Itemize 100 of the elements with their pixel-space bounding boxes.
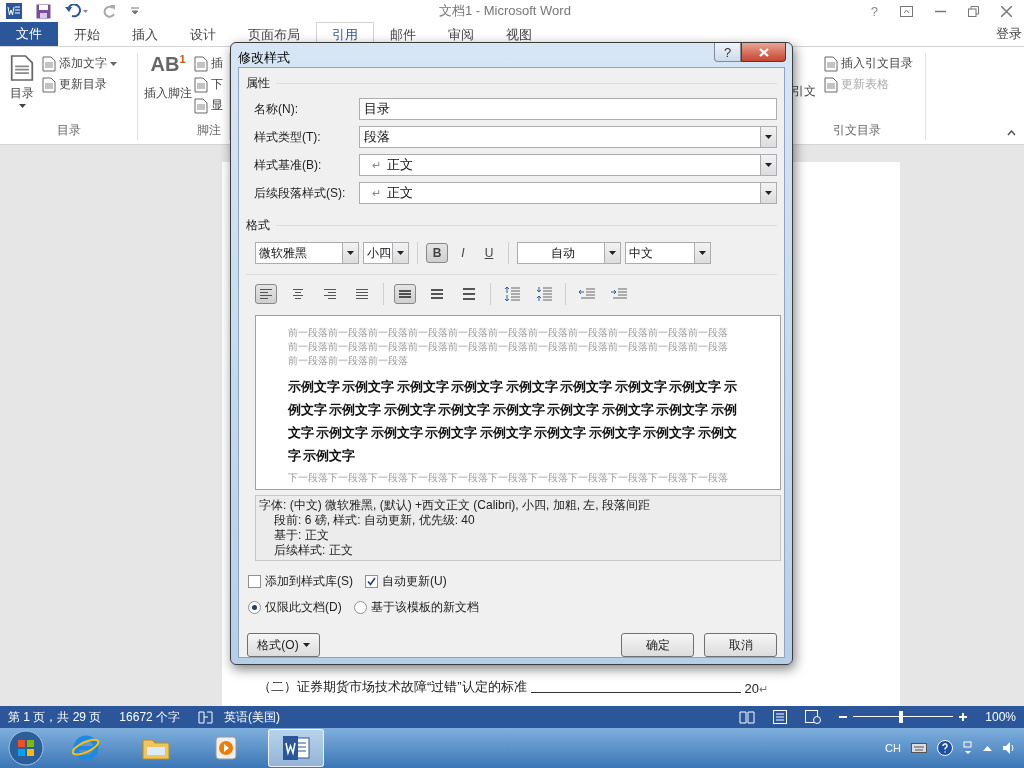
print-layout-icon[interactable] [773,710,788,724]
paragraph-format-button[interactable] [394,284,416,304]
undo-icon[interactable] [65,4,89,18]
toc-entry: （二）证券期货市场技术故障“过错”认定的标准 20↵ [258,678,768,696]
line-spacing-icon [462,288,476,300]
toc-button[interactable]: 目录 [8,53,36,122]
media-player-icon [212,734,240,762]
help-icon[interactable] [937,740,953,756]
taskbar-button[interactable] [268,729,324,767]
language-dropdown[interactable]: 中文 [625,242,711,264]
update-toc-button[interactable]: 更新目录 [42,76,117,93]
line-spacing-icon [398,288,412,300]
options-icon[interactable] [963,741,973,755]
paragraph-format-button[interactable] [255,284,277,304]
document-icon [824,76,838,93]
minimize-icon[interactable] [935,9,946,13]
field-label: 样式基准(B): [254,156,323,174]
dialog-title: 修改样式 [238,49,291,67]
group-label: 目录 [55,122,82,139]
save-icon[interactable] [36,3,51,19]
help-button[interactable]: ? [870,3,878,19]
cancel-button[interactable]: 取消 [704,633,777,657]
paragraph-spacing-icon [503,286,521,302]
ribbon-command[interactable]: 显 [194,97,223,114]
radio-label[interactable]: 基于该模板的新文档 [370,599,479,616]
document-icon [42,76,56,93]
caret-icon [609,251,616,255]
sign-in-link[interactable]: 登录 [996,25,1022,43]
format-menu-button[interactable]: 格式(O) [247,633,320,657]
document-icon [42,55,56,72]
bold-button[interactable]: B [426,243,448,263]
citation-button[interactable]: 引文 [790,53,818,122]
section-heading: 属性 [246,74,270,92]
app-icon[interactable] [6,3,22,19]
volume-icon[interactable] [1002,741,1016,755]
caret-icon [18,104,26,108]
section-heading: 格式 [246,216,270,234]
slider-thumb[interactable] [899,711,904,723]
align-center-icon [290,288,306,300]
ribbon-command[interactable]: 下 [194,76,223,93]
zoom-level[interactable]: 100% [985,710,1016,724]
caret-icon [765,163,772,167]
window-title: 文档1 - Microsoft Word [437,2,572,20]
show-hidden-icon[interactable] [983,745,992,751]
caret-icon [347,251,354,255]
word-count[interactable]: 16672 个字 [119,708,181,726]
language-indicator[interactable]: 英语(美国) [224,708,281,726]
document-icon [10,53,34,83]
close-icon [758,47,769,57]
browser-icon [72,734,100,762]
read-mode-icon[interactable] [739,710,756,724]
checkbox[interactable] [365,575,378,588]
field-label: 样式类型(T): [254,128,322,146]
zoom-in-icon[interactable] [959,713,968,721]
collapse-ribbon-icon[interactable] [1007,130,1016,136]
indent-icon [610,287,628,301]
caret-icon [699,251,706,255]
sample-text: 示例文字 示例文字 示例文字 示例文字 示例文字 示例文字 示例文字 示例文字 示例文字 示例文字 示例文字 示例文字 示例文字 示例文字 示例文字 示例文字 示例文字 示例文字 示例文字 示例文字 示例文字 示例文字 示例文字 示例文字 示例文字 示例文字 [288,378,738,465]
style-dropdown[interactable]: ↵ 正文 [358,154,777,176]
radio-label[interactable]: 仅限此文档(D) [265,599,342,616]
start-button[interactable] [8,730,44,766]
font-size-dropdown[interactable]: 小四 [363,242,409,264]
insert-footnote-button[interactable]: AB$^{1}$ 插入脚注 [142,53,194,122]
caret-icon [110,61,117,66]
document-icon [824,55,838,72]
group-label: 引文目录 [831,122,882,139]
description-line: 基于: 正文 [273,528,330,543]
underline-button[interactable]: U [478,243,500,263]
proofing-icon[interactable] [198,710,215,724]
name-field[interactable]: 目录 [358,98,777,120]
checkbox-label[interactable]: 自动更新(U) [382,573,447,590]
ok-button[interactable]: 确定 [621,633,694,657]
add-text-dropdown[interactable]: 添加文字 [42,55,117,72]
description-line: 字体: (中文) 微软雅黑, (默认) +西文正文 (Calibri), 小四, 加粗, 左, 段落间距 [259,498,651,513]
field-label: 后续段落样式(S): [254,184,347,202]
file-tab[interactable]: 文件 [0,22,58,46]
caret-icon [397,251,404,255]
line-spacing-icon [430,288,444,300]
close-icon[interactable] [1001,5,1012,17]
checkbox[interactable] [248,575,261,588]
close-button[interactable] [741,43,786,62]
description-line: 后续样式: 正文 [273,543,354,558]
font-dropdown[interactable]: 微软雅黑 [255,242,359,264]
ribbon-display-icon[interactable] [900,5,913,17]
ribbon-command[interactable]: 插 [194,55,223,72]
style-dropdown[interactable]: ↵ 正文 [358,182,777,204]
document-icon [194,76,208,93]
keyboard-icon[interactable] [911,743,927,753]
radio-button[interactable] [248,601,261,614]
web-layout-icon[interactable] [805,710,822,724]
help-button[interactable]: ? [714,43,741,62]
font-color-dropdown[interactable]: 自动 [517,242,621,264]
customize-toolbar-icon[interactable] [131,7,139,15]
italic-button[interactable]: I [452,243,474,263]
style-dropdown[interactable]: 段落 [358,126,777,148]
radio-button[interactable] [353,601,367,614]
ribbon-command[interactable]: 插入引文目录 [824,55,913,72]
page-count[interactable]: 第 1 页，共 29 页 [8,708,102,726]
restore-icon[interactable] [968,5,979,17]
checkbox-label[interactable]: 添加到样式库(S) [265,573,353,590]
